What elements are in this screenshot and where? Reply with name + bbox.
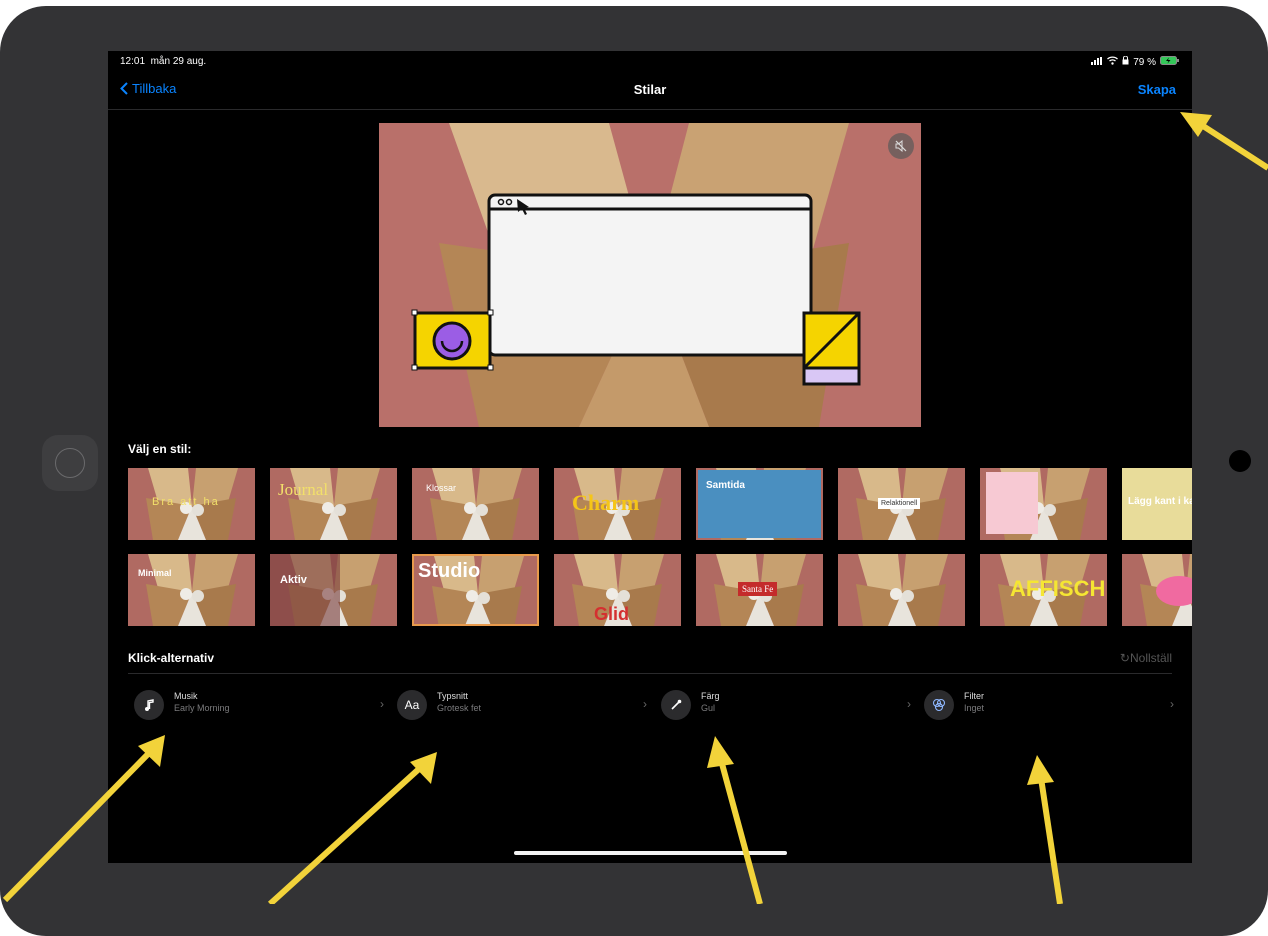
style-thumbnail-label: Aktiv bbox=[280, 574, 307, 586]
style-thumbnail[interactable]: Bra att ha bbox=[128, 468, 255, 540]
reset-button[interactable]: ↻Nollställ bbox=[1120, 651, 1172, 665]
music-note-icon bbox=[134, 690, 164, 720]
video-preview[interactable] bbox=[379, 123, 921, 427]
style-thumbnail[interactable] bbox=[838, 554, 965, 626]
thumbnail-overlay bbox=[270, 554, 340, 626]
lock-rotation-icon bbox=[1122, 55, 1129, 68]
font-option-name: Typsnitt bbox=[437, 691, 469, 701]
chevron-right-icon: › bbox=[643, 697, 647, 711]
style-thumbnail[interactable]: Minimal bbox=[128, 554, 255, 626]
box-thumbnail-art bbox=[430, 468, 522, 540]
box-thumbnail-art bbox=[856, 554, 948, 626]
style-thumbnail[interactable] bbox=[1122, 554, 1192, 626]
choose-style-heading: Välj en stil: bbox=[128, 442, 192, 456]
style-thumbnail-label: Klossar bbox=[426, 483, 457, 493]
font-icon: Aa bbox=[397, 690, 427, 720]
click-options-heading: Klick-alternativ bbox=[128, 651, 215, 665]
style-thumbnail-label: Samtida bbox=[706, 480, 745, 491]
music-option[interactable]: Musik Early Morning › bbox=[134, 688, 384, 724]
style-thumbnail[interactable]: Journal bbox=[270, 468, 397, 540]
eyedropper-icon bbox=[661, 690, 691, 720]
font-option-value: Grotesk fet bbox=[437, 703, 482, 713]
style-thumbnail[interactable]: Charm bbox=[554, 468, 681, 540]
box-thumbnail-art bbox=[146, 554, 238, 626]
style-thumbnail-label: Relaktionell bbox=[878, 498, 921, 509]
status-time-date: 12:01 mån 29 aug. bbox=[120, 56, 207, 67]
box-thumbnail-art bbox=[288, 468, 380, 540]
filter-icon bbox=[924, 690, 954, 720]
options-divider bbox=[128, 673, 1172, 674]
filter-option[interactable]: Filter Inget › bbox=[924, 688, 1174, 724]
style-thumbnail-label: Studio bbox=[418, 560, 481, 582]
style-thumbnail-label: Bra att ha bbox=[152, 496, 220, 508]
style-thumbnail[interactable]: Samtida bbox=[696, 468, 823, 540]
style-thumbnail[interactable]: Relaktionell bbox=[838, 468, 965, 540]
music-option-name: Musik bbox=[174, 691, 198, 701]
home-button[interactable] bbox=[42, 435, 98, 491]
chevron-right-icon: › bbox=[380, 697, 384, 711]
style-row-2: Minimal Aktiv Studio Glid Santa Fe AFFISCH bbox=[128, 554, 1192, 626]
style-thumbnail-label: Lägg kant i kant bbox=[1128, 496, 1192, 507]
style-thumbnail[interactable]: Klossar bbox=[412, 468, 539, 540]
style-thumbnail-label: AFFISCH bbox=[1010, 576, 1106, 601]
navigation-bar: Tillbaka Stilar Skapa bbox=[108, 73, 1192, 110]
home-button-ring bbox=[55, 448, 85, 478]
mute-button[interactable] bbox=[888, 133, 914, 159]
wifi-icon bbox=[1107, 56, 1119, 68]
preview-artwork bbox=[379, 123, 921, 427]
chevron-right-icon: › bbox=[907, 697, 911, 711]
color-option-name: Färg bbox=[701, 691, 720, 701]
home-indicator[interactable] bbox=[514, 851, 787, 855]
font-option[interactable]: Aa Typsnitt Grotesk fet › bbox=[397, 688, 647, 724]
status-indicators: 79 % bbox=[1091, 55, 1180, 68]
color-option[interactable]: Färg Gul › bbox=[661, 688, 911, 724]
chevron-right-icon: › bbox=[1170, 697, 1174, 711]
style-thumbnail[interactable]: AFFISCH bbox=[980, 554, 1107, 626]
thumbnail-overlay bbox=[986, 472, 1038, 534]
style-thumbnail-label: Santa Fe bbox=[738, 582, 778, 596]
battery-percent: 79 % bbox=[1133, 56, 1156, 68]
filter-option-name: Filter bbox=[964, 691, 984, 701]
style-row-1: Bra att ha Journal Klossar Charm Samtida Rela… bbox=[128, 468, 1192, 540]
style-thumbnail[interactable] bbox=[980, 468, 1107, 540]
signal-icon bbox=[1091, 56, 1103, 68]
create-button[interactable]: Skapa bbox=[1138, 82, 1176, 97]
style-thumbnail-label: Minimal bbox=[138, 568, 172, 578]
style-thumbnail-label: Charm bbox=[572, 490, 640, 515]
battery-icon bbox=[1160, 56, 1180, 68]
camera-icon bbox=[1229, 450, 1251, 472]
style-thumbnail[interactable]: Glid bbox=[554, 554, 681, 626]
style-thumbnail-label: Journal bbox=[278, 480, 329, 499]
filter-option-value: Inget bbox=[964, 703, 985, 713]
speaker-mute-icon bbox=[895, 140, 907, 152]
style-thumbnail[interactable]: Lägg kant i kant bbox=[1122, 468, 1192, 540]
color-option-value: Gul bbox=[701, 703, 716, 713]
style-thumbnail-label: Glid bbox=[594, 604, 629, 624]
style-thumbnail[interactable]: Studio bbox=[412, 554, 539, 626]
status-bar: 12:01 mån 29 aug. 79 % bbox=[120, 55, 1180, 70]
page-title: Stilar bbox=[633, 82, 667, 97]
style-thumbnail[interactable]: Santa Fe bbox=[696, 554, 823, 626]
reset-label: Nollställ bbox=[1129, 651, 1172, 665]
music-option-value: Early Morning bbox=[174, 703, 230, 713]
app-screen: 12:01 mån 29 aug. 79 % Tillbaka Stilar S… bbox=[108, 51, 1192, 863]
style-thumbnail[interactable]: Aktiv bbox=[270, 554, 397, 626]
